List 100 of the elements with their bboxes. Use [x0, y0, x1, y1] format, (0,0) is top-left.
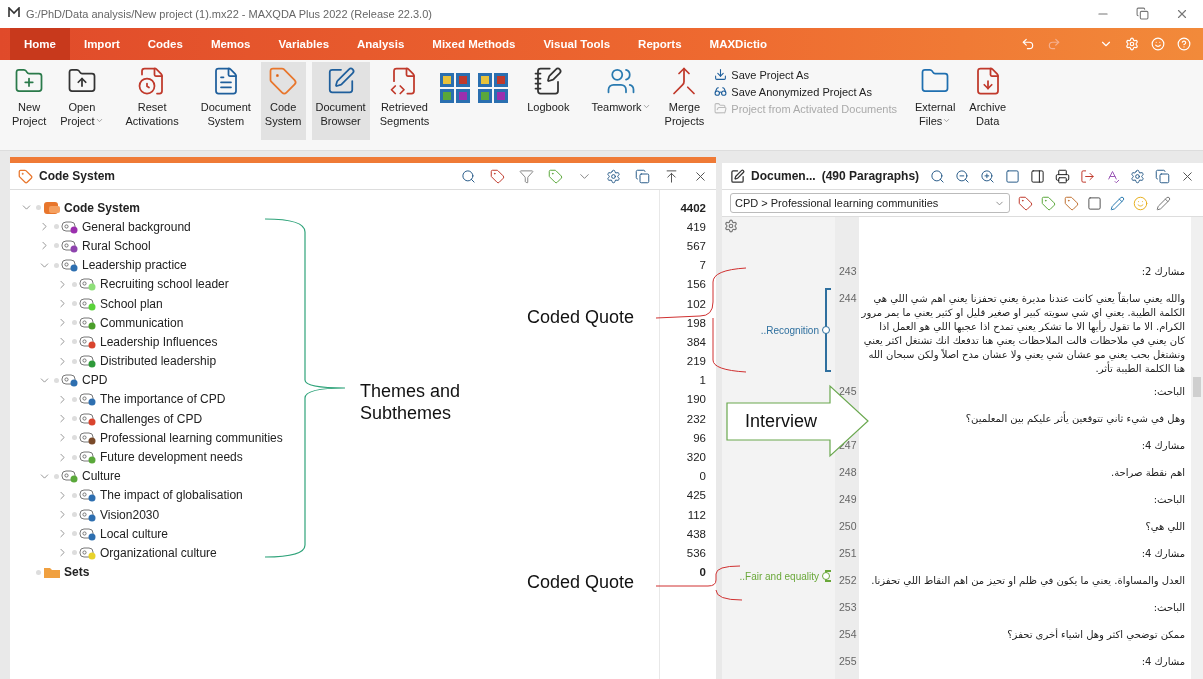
ribbon-button[interactable]: Teamwork: [587, 62, 655, 140]
undock-icon[interactable]: [1155, 168, 1170, 184]
menu-tab[interactable]: Codes: [133, 28, 197, 60]
segment-count: 425: [686, 489, 706, 502]
layout-tiles-icon[interactable]: [439, 72, 472, 104]
paragraph-text: مشارك 2:: [1140, 265, 1186, 279]
logbook-icon: [533, 66, 564, 96]
emoticon-icon[interactable]: [1133, 195, 1148, 211]
ribbon-button[interactable]: Archive Data: [965, 62, 1011, 140]
code-icon[interactable]: [1018, 195, 1033, 211]
search-icon[interactable]: [461, 168, 476, 184]
paragraph-text: الباحث:: [1152, 493, 1186, 507]
close-icon[interactable]: [1175, 7, 1189, 21]
paragraph-number: 252: [838, 573, 857, 586]
ribbon-button[interactable]: Merge Projects: [660, 62, 709, 140]
scrollbar[interactable]: [1191, 217, 1203, 679]
code-icon[interactable]: [490, 168, 505, 184]
code-tag-icon: [79, 545, 97, 560]
settings-icon[interactable]: [1130, 168, 1145, 184]
ribbon-button[interactable]: Open Project: [56, 62, 108, 140]
tree-item[interactable]: General background: [82, 219, 191, 234]
tree-item[interactable]: Local culture: [100, 526, 169, 541]
redo-icon[interactable]: [1047, 37, 1061, 51]
code-tag-icon: [79, 354, 97, 369]
menu-tab[interactable]: Variables: [264, 28, 344, 60]
selection-icon[interactable]: [1087, 195, 1102, 211]
restore-icon[interactable]: [1136, 7, 1149, 20]
tree-item[interactable]: Code System: [64, 200, 141, 215]
annotation-label: Interview: [745, 410, 819, 432]
highlighter-icon[interactable]: [1110, 195, 1125, 211]
smiley-icon[interactable]: [1151, 37, 1165, 51]
codes-icon[interactable]: [1064, 195, 1079, 211]
download-icon: [714, 68, 728, 81]
tree-item[interactable]: Organizational culture: [100, 545, 217, 560]
spellcheck-icon[interactable]: [1105, 168, 1120, 184]
paragraph-number: 253: [838, 600, 857, 613]
filter-icon[interactable]: [519, 168, 534, 184]
code-stripe[interactable]: [822, 288, 831, 372]
settings-icon[interactable]: [606, 168, 621, 184]
tree-item[interactable]: Vision2030: [100, 507, 160, 522]
segment-count: 4402: [680, 201, 706, 214]
code-add-icon[interactable]: [1041, 195, 1056, 211]
ribbon-button[interactable]: Retrieved Segments: [375, 62, 434, 140]
code-stripe[interactable]: [822, 570, 831, 582]
edit-toggle-icon[interactable]: [1156, 195, 1171, 211]
code-tag-icon: [61, 238, 79, 253]
undo-icon[interactable]: [1021, 37, 1035, 51]
help-icon[interactable]: [1177, 37, 1191, 51]
tree-item[interactable]: Professional learning communities: [100, 430, 283, 445]
panel-icon[interactable]: [1030, 168, 1045, 184]
caret-icon: [94, 116, 104, 125]
tree-item[interactable]: Culture: [82, 469, 121, 484]
paragraph-number: 244: [838, 291, 857, 304]
paragraph-text: اللي هي؟: [1144, 520, 1186, 535]
tree-item[interactable]: Sets: [64, 565, 90, 580]
code-system-icon: [43, 200, 61, 215]
ribbon-button[interactable]: New Project: [8, 62, 51, 140]
code-stripe-label[interactable]: ..Recognition: [760, 324, 819, 336]
menu-tab[interactable]: Memos: [196, 28, 265, 60]
print-icon[interactable]: [1055, 168, 1070, 184]
search-icon[interactable]: [930, 168, 945, 184]
folder-icon: [43, 565, 61, 580]
export-icon[interactable]: [1080, 168, 1095, 184]
code-tag-icon: [79, 450, 97, 465]
code-dropdown[interactable]: CPD > Professional learning communities: [730, 193, 1010, 213]
new-code-icon[interactable]: [548, 168, 563, 184]
menu-tab[interactable]: Analysis: [343, 28, 419, 60]
menu-tab[interactable]: Import: [69, 28, 134, 60]
ribbon-button[interactable]: Document System: [196, 62, 255, 140]
tree-item[interactable]: School plan: [100, 296, 163, 311]
tree-item[interactable]: Leadership practice: [82, 258, 187, 273]
settings-icon[interactable]: [724, 219, 738, 233]
tree-item[interactable]: The impact of globalisation: [100, 488, 243, 503]
people-icon: [606, 66, 636, 96]
maximize-icon[interactable]: [664, 168, 679, 184]
layout-tiles-icon[interactable]: [477, 72, 510, 104]
segment-count: 156: [686, 278, 706, 291]
tree-item[interactable]: The importance of CPD: [100, 392, 226, 407]
zoom-in-icon[interactable]: [980, 168, 995, 184]
undock-icon[interactable]: [635, 168, 650, 184]
segment-count: 96: [693, 431, 706, 444]
tree-item[interactable]: Future development needs: [100, 450, 243, 465]
ribbon-button[interactable]: Reset Activations: [121, 62, 183, 140]
ribbon-button[interactable]: Code System: [260, 62, 306, 140]
code-icon: [268, 66, 299, 96]
menu-tab[interactable]: Home: [10, 28, 70, 60]
tree-item[interactable]: Communication: [100, 315, 184, 330]
ribbon-button[interactable]: Logbook: [523, 62, 574, 140]
tree-item[interactable]: CPD: [82, 373, 108, 388]
tree-item[interactable]: Leadership Influences: [100, 334, 218, 349]
paragraph-text: ممكن توضحي اكثر وهل اشياء أخرى تحفز؟: [1006, 627, 1186, 643]
tree-item[interactable]: Challenges of CPD: [100, 411, 203, 426]
ribbon-button[interactable]: Document Browser: [311, 62, 370, 140]
ribbon-small-button[interactable]: Save Anonymized Project As: [714, 85, 897, 98]
ribbon-small-button[interactable]: Save Project As: [714, 68, 897, 81]
tree-item[interactable]: Rural School: [82, 238, 151, 253]
ribbon-button[interactable]: External Files: [911, 62, 960, 140]
zoom-out-icon[interactable]: [955, 168, 970, 184]
tree-item[interactable]: Distributed leadership: [100, 354, 217, 369]
tree-item[interactable]: Recruiting school leader: [100, 277, 229, 292]
